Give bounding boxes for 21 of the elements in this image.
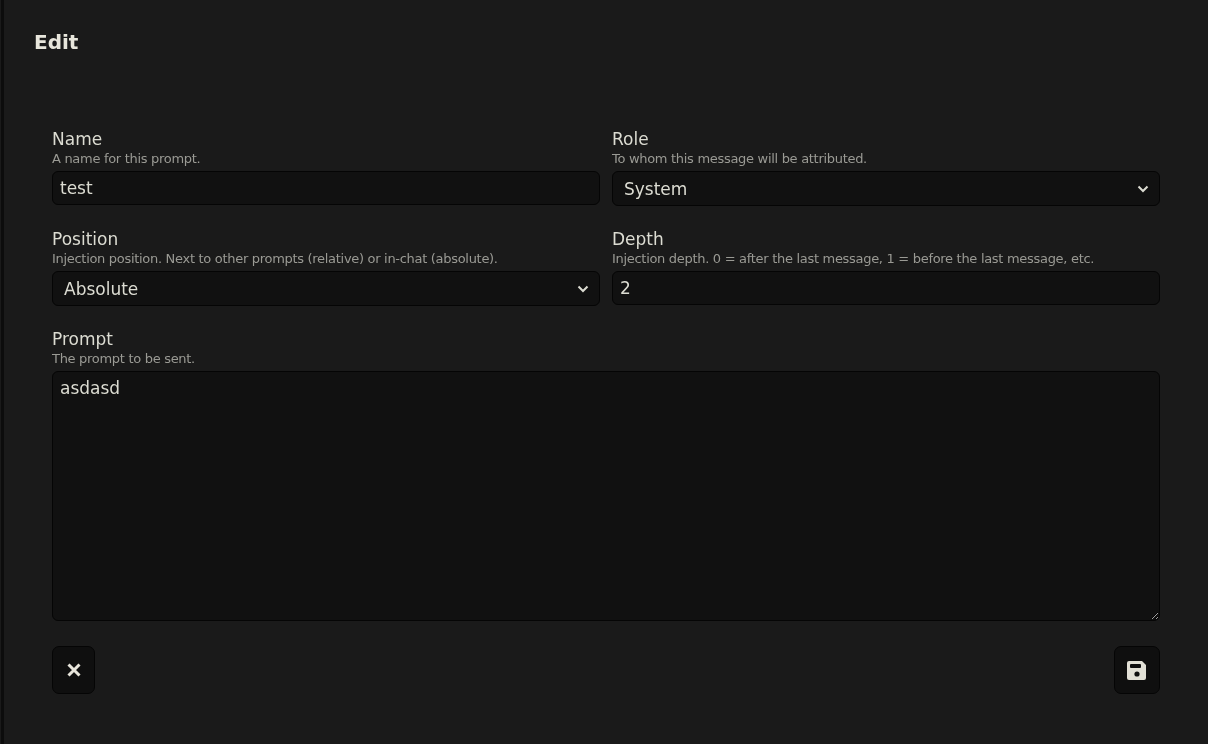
field-hint: To whom this message will be attributed. [612,150,868,168]
close-button[interactable] [52,646,95,694]
field-label: Name [52,128,104,150]
dropdown[interactable]: Absolute [52,271,600,306]
field-label: Role [612,128,650,150]
chevron-icon [577,284,589,293]
text-field[interactable]: test [52,171,600,205]
field-hint: The prompt to be sent. [52,350,196,368]
field-label: Prompt [52,328,114,350]
field-hint: Injection depth. 0 = after the last message, 1 = before the last message, etc. [612,250,1096,268]
close-icon [65,662,82,678]
save-button[interactable] [1114,646,1160,694]
chevron-icon [1137,184,1149,193]
field-hint: Injection position. Next to other prompts (relative) or in-chat (absolute). [52,250,499,268]
dialog-title: Edit [34,29,80,56]
dropdown[interactable]: System [612,171,1160,206]
prompt-textarea[interactable]: asdasd [52,371,1160,621]
field-label: Depth [612,228,665,250]
text-field[interactable]: 2 [612,271,1160,305]
field-hint: A name for this prompt. [52,150,202,168]
field-label: Position [52,228,120,250]
